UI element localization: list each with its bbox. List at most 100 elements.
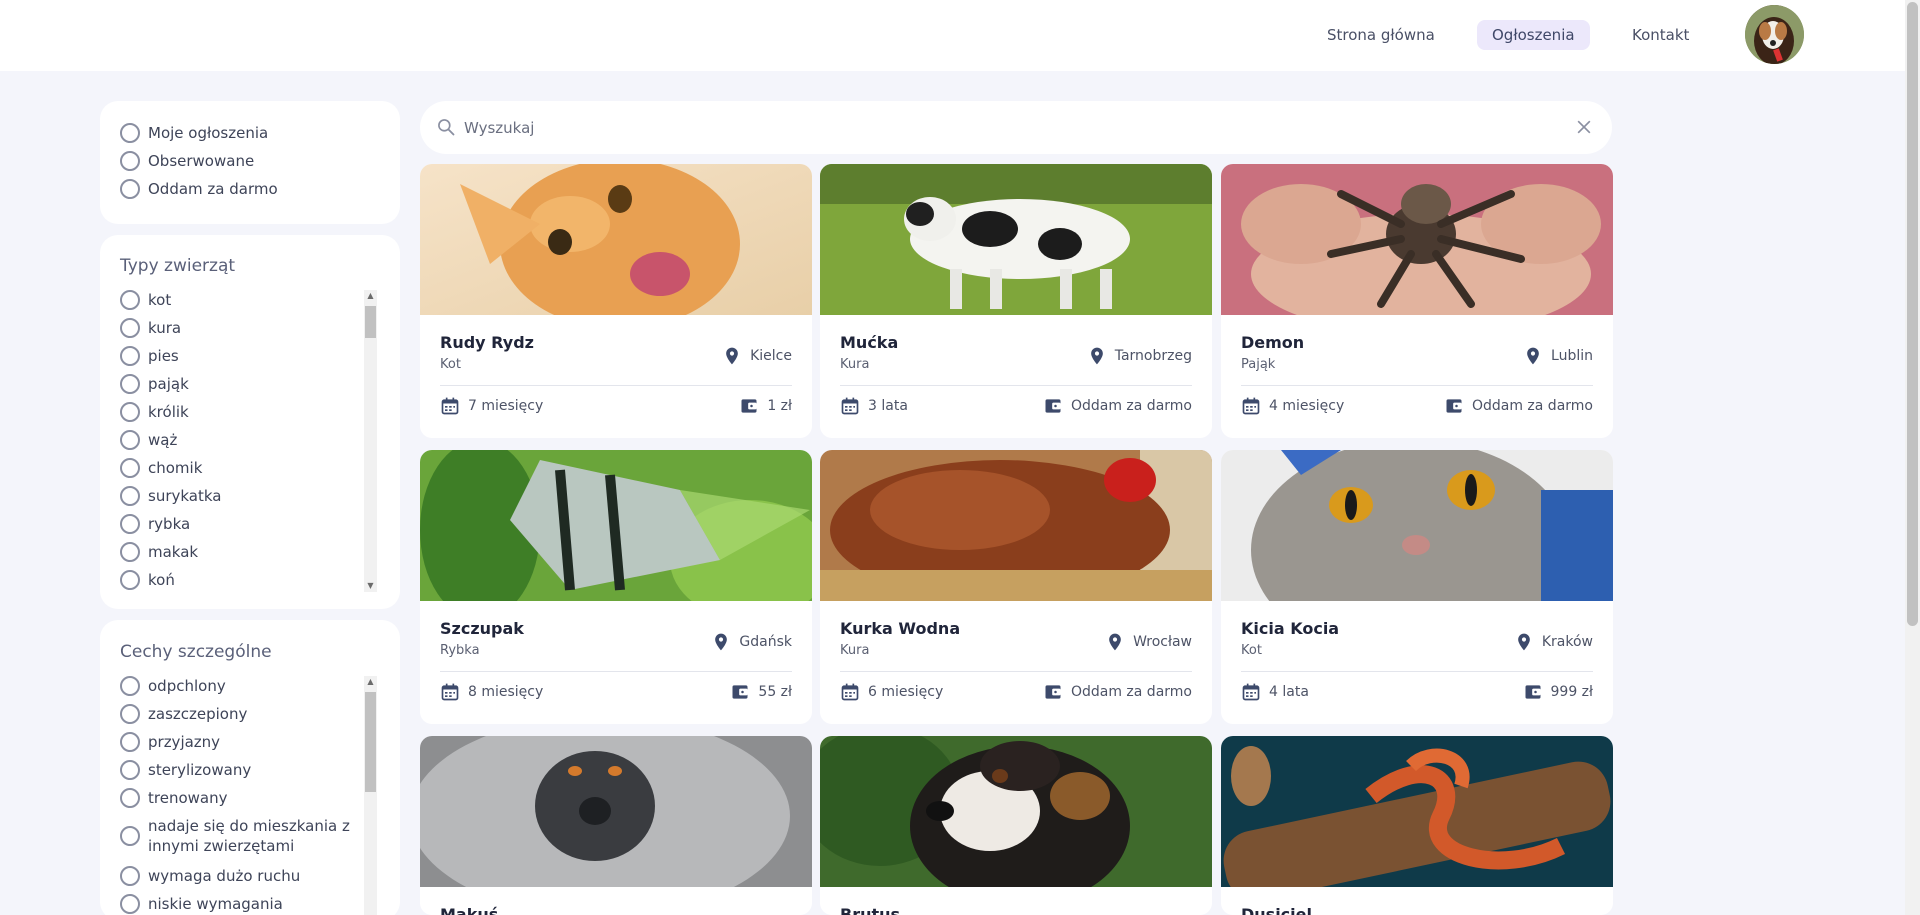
scroll-up-arrow-icon[interactable]: ▲ xyxy=(364,290,377,302)
animal-type-option[interactable]: surykatka xyxy=(120,486,221,506)
radio-icon[interactable] xyxy=(120,732,140,752)
option-label: pająk xyxy=(148,375,189,393)
radio-icon[interactable] xyxy=(120,866,140,886)
listing-age: 8 miesięcy xyxy=(440,682,543,702)
radio-icon[interactable] xyxy=(120,374,140,394)
listing-animal-type: Kot xyxy=(440,357,461,372)
scrollbar-thumb[interactable] xyxy=(365,306,376,338)
listing-photo[interactable] xyxy=(1221,450,1613,601)
search-input[interactable] xyxy=(464,111,1544,144)
calendar-icon xyxy=(840,682,860,702)
listing-photo[interactable] xyxy=(820,736,1212,887)
trait-option[interactable]: sterylizowany xyxy=(120,760,251,780)
trait-option[interactable]: niskie wymagania xyxy=(120,894,283,914)
trait-option[interactable]: przyjazny xyxy=(120,732,220,752)
radio-icon[interactable] xyxy=(120,458,140,478)
listing-card[interactable]: Brutus xyxy=(820,736,1212,915)
listing-card[interactable]: Dusiciel xyxy=(1221,736,1613,915)
radio-icon[interactable] xyxy=(120,402,140,422)
trait-option[interactable]: zaszczepiony xyxy=(120,704,247,724)
location-label: Gdańsk xyxy=(739,634,792,650)
radio-icon[interactable] xyxy=(120,676,140,696)
top-navigation-bar: Strona główna Ogłoszenia Kontakt xyxy=(0,0,1905,71)
radio-icon[interactable] xyxy=(120,570,140,590)
calendar-icon xyxy=(1241,682,1261,702)
trait-option[interactable]: wymaga dużo ruchu xyxy=(120,866,300,886)
age-label: 6 miesięcy xyxy=(868,684,944,700)
animal-type-option[interactable]: królik xyxy=(120,402,189,422)
listing-card[interactable]: Makuś xyxy=(420,736,812,915)
filter-watched[interactable]: Obserwowane xyxy=(120,151,254,171)
radio-icon[interactable] xyxy=(120,542,140,562)
listing-photo[interactable] xyxy=(420,450,812,601)
listing-card[interactable]: Szczupak Rybka Gdańsk 8 miesięcy 55 zł xyxy=(420,450,812,724)
animal-type-option[interactable]: koń xyxy=(120,570,175,590)
animal-type-option[interactable]: pająk xyxy=(120,374,189,394)
wallet-icon xyxy=(1523,682,1543,702)
listing-card[interactable]: Kicia Kocia Kot Kraków 4 lata 999 zł xyxy=(1221,450,1613,724)
listing-name: Szczupak xyxy=(440,619,524,638)
radio-icon[interactable] xyxy=(120,486,140,506)
radio-icon[interactable] xyxy=(120,290,140,310)
radio-icon[interactable] xyxy=(120,318,140,338)
trait-option[interactable]: nadaje się do mieszkania z innymi zwierz… xyxy=(120,816,352,856)
animal-type-option[interactable]: chomik xyxy=(120,458,202,478)
option-label: królik xyxy=(148,403,189,421)
filter-my-listings[interactable]: Moje ogłoszenia xyxy=(120,123,268,143)
animal-type-option[interactable]: makak xyxy=(120,542,198,562)
listing-name: Brutus xyxy=(840,905,901,915)
listing-location: Lublin xyxy=(1523,346,1593,366)
radio-icon[interactable] xyxy=(120,430,140,450)
price-label: 1 zł xyxy=(767,398,792,414)
animal-type-option[interactable]: kura xyxy=(120,318,181,338)
page-scrollbar[interactable] xyxy=(1905,0,1920,915)
radio-icon[interactable] xyxy=(120,760,140,780)
listing-card[interactable]: Kurka Wodna Kura Wrocław 6 miesięcy Oddam za… xyxy=(820,450,1212,724)
filter-free[interactable]: Oddam za darmo xyxy=(120,179,278,199)
listing-price: 999 zł xyxy=(1523,682,1593,702)
page-scrollbar-thumb[interactable] xyxy=(1907,2,1918,626)
nav-link-contact[interactable]: Kontakt xyxy=(1617,20,1704,50)
trait-option[interactable]: trenowany xyxy=(120,788,227,808)
traits-scrollbar[interactable]: ▲ xyxy=(364,676,377,915)
radio-icon[interactable] xyxy=(120,704,140,724)
wallet-icon xyxy=(739,396,759,416)
radio-icon[interactable] xyxy=(120,788,140,808)
listing-photo[interactable] xyxy=(820,450,1212,601)
age-label: 7 miesięcy xyxy=(468,398,544,414)
clear-search-icon[interactable] xyxy=(1574,117,1594,137)
listing-card[interactable]: Mućka Kura Tarnobrzeg 3 lata Oddam za darmo xyxy=(820,164,1212,438)
listing-photo[interactable] xyxy=(820,164,1212,315)
nav-link-listings[interactable]: Ogłoszenia xyxy=(1477,20,1590,50)
scroll-up-arrow-icon[interactable]: ▲ xyxy=(364,676,377,688)
nav-link-home[interactable]: Strona główna xyxy=(1312,20,1450,50)
wallet-icon xyxy=(1043,396,1063,416)
radio-icon[interactable] xyxy=(120,123,140,143)
trait-option[interactable]: odpchlony xyxy=(120,676,226,696)
radio-icon[interactable] xyxy=(120,894,140,914)
listing-photo[interactable] xyxy=(420,164,812,315)
radio-icon[interactable] xyxy=(120,826,140,846)
user-avatar[interactable] xyxy=(1745,5,1804,64)
scroll-down-arrow-icon[interactable]: ▼ xyxy=(364,580,377,592)
filter-label: Obserwowane xyxy=(148,152,255,170)
calendar-icon xyxy=(840,396,860,416)
radio-icon[interactable] xyxy=(120,151,140,171)
animal-type-option[interactable]: pies xyxy=(120,346,179,366)
listing-photo[interactable] xyxy=(1221,164,1613,315)
radio-icon[interactable] xyxy=(120,346,140,366)
animal-type-option[interactable]: wąż xyxy=(120,430,177,450)
radio-icon[interactable] xyxy=(120,514,140,534)
animal-types-scrollbar[interactable]: ▲ ▼ xyxy=(364,290,377,592)
listing-photo[interactable] xyxy=(1221,736,1613,887)
radio-icon[interactable] xyxy=(120,179,140,199)
listing-photo[interactable] xyxy=(420,736,812,887)
animal-type-option[interactable]: rybka xyxy=(120,514,190,534)
card-divider xyxy=(1241,385,1593,386)
listing-card[interactable]: Demon Pająk Lublin 4 miesięcy Oddam za darmo xyxy=(1221,164,1613,438)
scrollbar-thumb[interactable] xyxy=(365,692,376,792)
card-divider xyxy=(840,385,1192,386)
listing-animal-type: Rybka xyxy=(440,643,480,658)
listing-card[interactable]: Rudy Rydz Kot Kielce 7 miesięcy 1 zł xyxy=(420,164,812,438)
animal-type-option[interactable]: kot xyxy=(120,290,171,310)
